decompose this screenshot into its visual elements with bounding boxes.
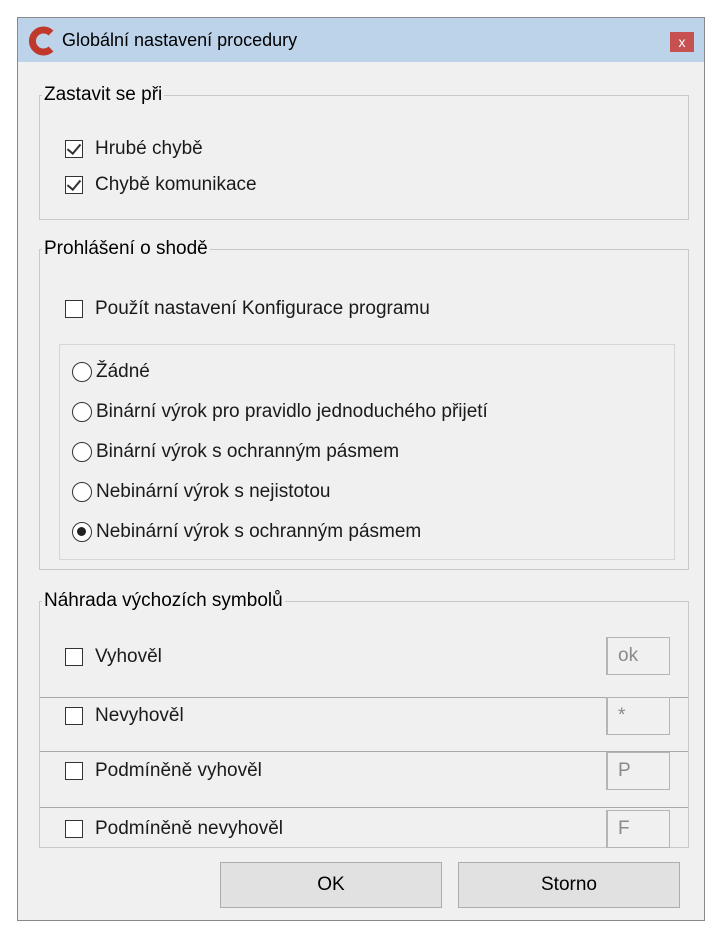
cancel-button[interactable]: Storno bbox=[458, 862, 680, 908]
symbol-fail-label: Nevyhověl bbox=[95, 705, 184, 726]
symbol-fail-field[interactable]: * bbox=[606, 697, 670, 735]
conformity-group-legend: Prohlášení o shodě bbox=[44, 238, 208, 259]
symbol-conditional-pass-checkbox[interactable] bbox=[65, 762, 83, 780]
radio-nonbinary-uncertainty-label: Nebinární výrok s nejistotou bbox=[96, 481, 331, 502]
symbol-conditional-pass-field[interactable]: P bbox=[606, 752, 670, 790]
use-config-label: Použít nastavení Konfigurace programu bbox=[95, 298, 430, 319]
close-button[interactable]: x bbox=[670, 32, 694, 52]
radio-binary-simple-acceptance-button[interactable] bbox=[72, 402, 92, 422]
symbols-group: Náhrada výchozích symbolů Vyhověl ok Nev… bbox=[39, 590, 689, 848]
radio-nonbinary-guard-band-label: Nebinární výrok s ochranným pásmem bbox=[96, 521, 422, 542]
symbol-row-divider bbox=[40, 751, 688, 752]
symbol-pass-checkbox[interactable] bbox=[65, 648, 83, 666]
stop-group: Zastavit se při Hrubé chybě Chybě komuni… bbox=[39, 84, 689, 220]
radio-binary-simple-acceptance[interactable]: Binární výrok pro pravidlo jednoduchého … bbox=[72, 401, 488, 423]
symbols-group-legend: Náhrada výchozích symbolů bbox=[44, 590, 283, 611]
use-config-option[interactable]: Použít nastavení Konfigurace programu bbox=[65, 298, 430, 320]
radio-nonbinary-guard-band[interactable]: Nebinární výrok s ochranným pásmem bbox=[72, 521, 421, 543]
radio-nonbinary-uncertainty[interactable]: Nebinární výrok s nejistotou bbox=[72, 481, 330, 503]
radio-none[interactable]: Žádné bbox=[72, 361, 150, 383]
symbol-row-pass[interactable]: Vyhověl bbox=[65, 646, 162, 668]
window-title: Globální nastavení procedury bbox=[62, 30, 298, 50]
symbol-row-conditional-pass[interactable]: Podmíněně vyhověl bbox=[65, 760, 262, 782]
symbol-row-divider bbox=[40, 807, 688, 808]
symbol-conditional-fail-label: Podmíněně nevyhověl bbox=[95, 818, 284, 839]
communication-error-checkbox[interactable] bbox=[65, 176, 83, 194]
radio-none-button[interactable] bbox=[72, 362, 92, 382]
ok-button[interactable]: OK bbox=[220, 862, 442, 908]
stop-option-gross-error[interactable]: Hrubé chybě bbox=[65, 138, 203, 160]
communication-error-label: Chybě komunikace bbox=[95, 174, 257, 195]
symbol-row-divider bbox=[40, 697, 688, 698]
radio-nonbinary-uncertainty-button[interactable] bbox=[72, 482, 92, 502]
stop-option-communication-error[interactable]: Chybě komunikace bbox=[65, 174, 257, 196]
symbol-conditional-pass-label: Podmíněně vyhověl bbox=[95, 760, 262, 781]
gross-error-checkbox[interactable] bbox=[65, 140, 83, 158]
symbol-pass-label: Vyhověl bbox=[95, 646, 162, 667]
radio-binary-guard-band[interactable]: Binární výrok s ochranným pásmem bbox=[72, 441, 399, 463]
title-bar[interactable]: Globální nastavení procedury x bbox=[18, 18, 704, 62]
app-logo-icon bbox=[29, 26, 54, 56]
conformity-radio-panel: Žádné Binární výrok pro pravidlo jednodu… bbox=[59, 344, 675, 560]
radio-nonbinary-guard-band-button[interactable] bbox=[72, 522, 92, 542]
conformity-group: Prohlášení o shodě Použít nastavení Konf… bbox=[39, 238, 689, 570]
radio-binary-guard-band-label: Binární výrok s ochranným pásmem bbox=[96, 441, 400, 462]
dialog-window: Globální nastavení procedury x Zastavit … bbox=[17, 17, 705, 921]
radio-none-label: Žádné bbox=[96, 361, 150, 382]
symbol-row-fail[interactable]: Nevyhověl bbox=[65, 705, 184, 727]
symbol-conditional-fail-field[interactable]: F bbox=[606, 810, 670, 848]
symbol-pass-field[interactable]: ok bbox=[606, 637, 670, 675]
symbol-row-conditional-fail[interactable]: Podmíněně nevyhověl bbox=[65, 818, 283, 840]
gross-error-label: Hrubé chybě bbox=[95, 138, 203, 159]
symbol-fail-checkbox[interactable] bbox=[65, 707, 83, 725]
symbol-conditional-fail-checkbox[interactable] bbox=[65, 820, 83, 838]
radio-binary-simple-acceptance-label: Binární výrok pro pravidlo jednoduchého … bbox=[96, 401, 488, 422]
use-config-checkbox[interactable] bbox=[65, 300, 83, 318]
stop-group-legend: Zastavit se při bbox=[44, 84, 163, 105]
radio-binary-guard-band-button[interactable] bbox=[72, 442, 92, 462]
